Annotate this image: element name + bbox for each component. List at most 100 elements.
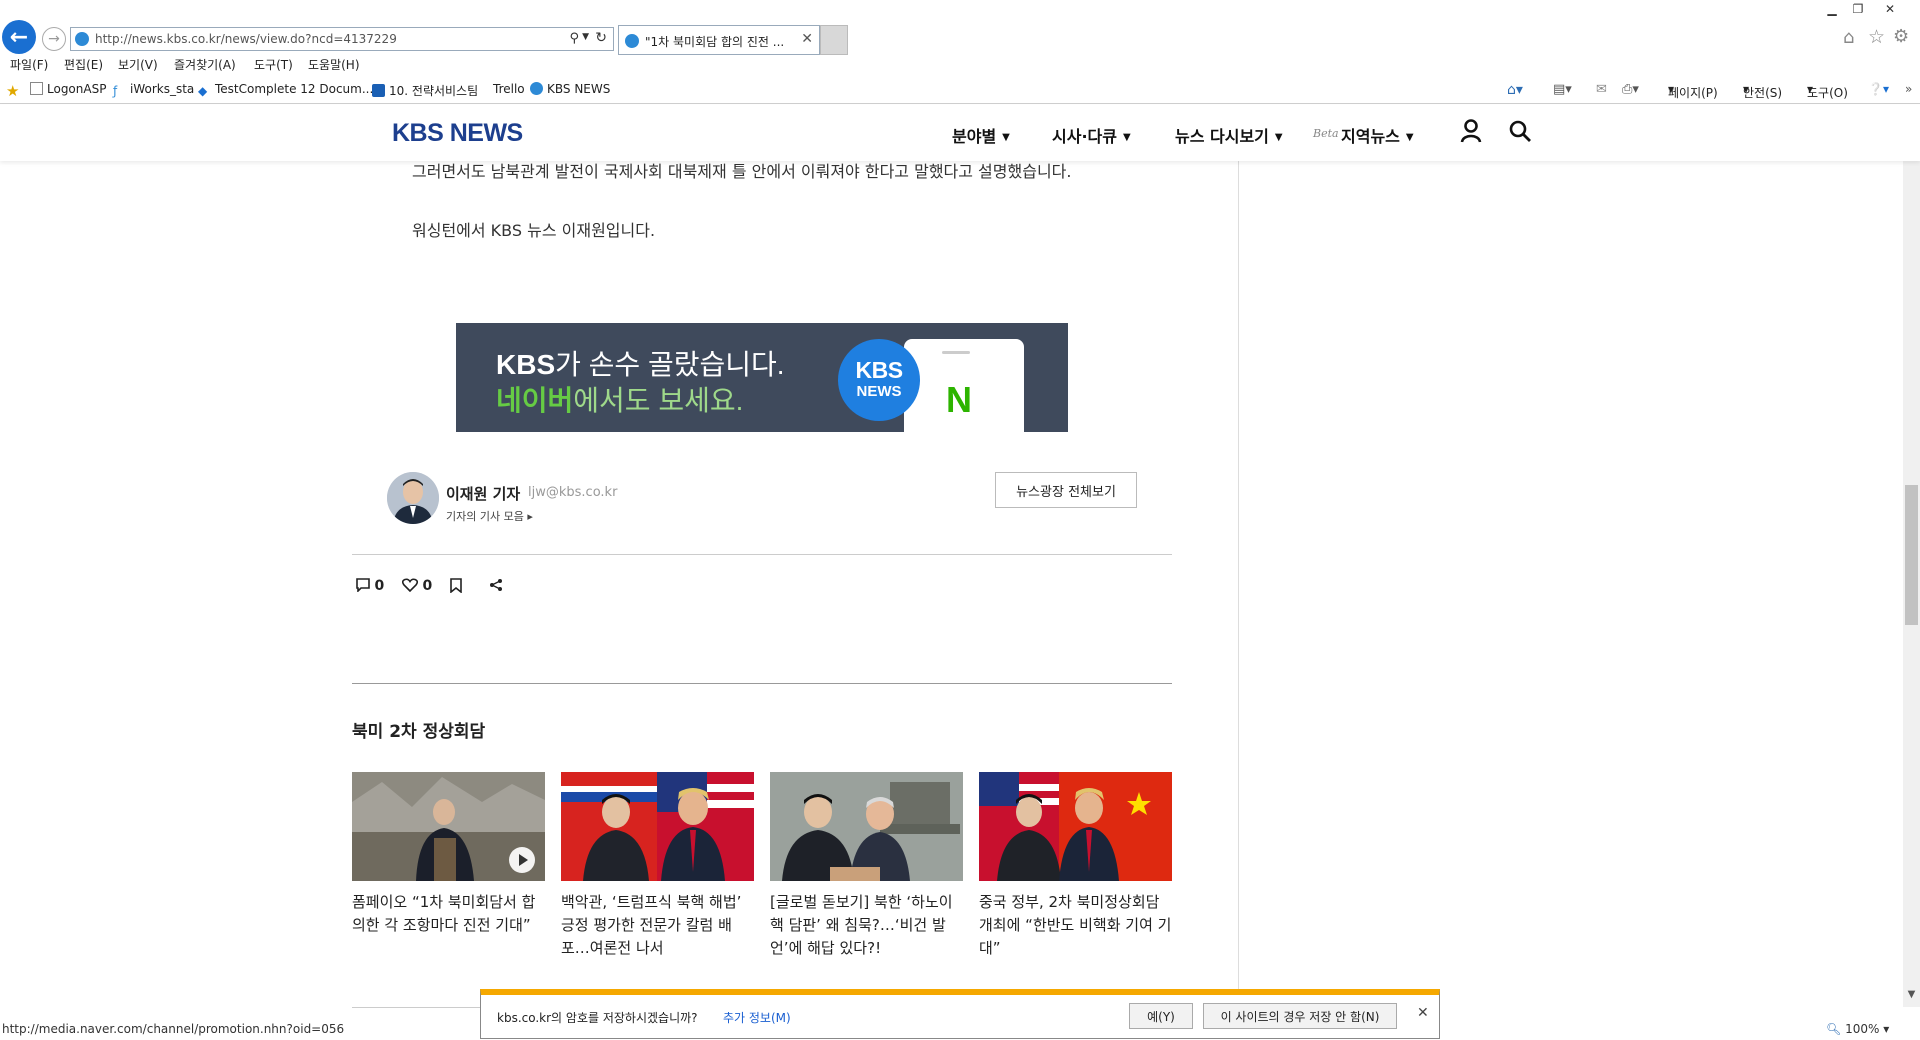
fav-item-strategy-team[interactable]: 10. 전략서비스팀 [372,82,478,99]
address-bar[interactable]: http://news.kbs.co.kr/news/view.do?ncd=4… [70,27,614,51]
back-button[interactable]: ← [2,20,36,54]
caret-down-icon: ▼ [1405,132,1414,143]
zoom-control[interactable]: 🔍︎ 100% ▾ [1826,1022,1889,1036]
related-article-card[interactable]: 중국 정부, 2차 북미정상회담 개최에 “한반도 비핵화 기여 기대” [979,772,1172,960]
article-thumbnail[interactable] [979,772,1172,881]
tab-active[interactable]: "1차 북미회담 합의 진전 ... ✕ [618,25,820,55]
ie-page-icon [530,82,543,95]
reporter-name[interactable]: 이재원 기자 [446,483,520,504]
page-scrollbar[interactable]: ▲ ▼ [1903,105,1920,1007]
gear-icon[interactable]: ⚙ [1893,26,1909,47]
nav-regional[interactable]: 지역뉴스 ▼ [1341,123,1414,147]
minimize-button[interactable]: ▁ [1820,2,1844,16]
nav-current-affairs[interactable]: 시사·다큐 ▼ [1052,123,1131,147]
bookmark-icon [450,578,462,594]
refresh-icon[interactable]: ↻ [595,30,607,46]
search-icon[interactable] [1508,119,1532,147]
chevron-down-icon[interactable]: ▼ [582,32,589,42]
menu-tools-cmd[interactable]: 도구(O) ▾ [1807,82,1848,100]
like-button[interactable]: 0 [401,578,433,594]
share-button[interactable] [489,578,503,596]
reporter-articles-link[interactable]: 기자의 기사 모음 ▸ [446,508,533,524]
user-icon[interactable] [1460,119,1482,147]
new-tab-button[interactable] [820,25,848,55]
news-all-button[interactable]: 뉴스광장 전체보기 [995,472,1137,508]
scrollbar-thumb[interactable] [1905,485,1918,625]
status-url: http://media.naver.com/channel/promotion… [2,1022,345,1036]
nav-category[interactable]: 분야별 ▼ [952,123,1010,147]
close-icon[interactable]: ✕ [1417,1005,1429,1021]
banner-subline: 네이버에서도 보세요. [496,379,743,419]
forward-button[interactable]: → [42,27,66,51]
fav-item-kbs-news[interactable]: KBS NEWS [530,82,610,96]
article-title[interactable]: 중국 정부, 2차 북미정상회담 개최에 “한반도 비핵화 기여 기대” [979,891,1172,960]
mail-icon[interactable]: ✉ [1596,82,1607,97]
related-article-card[interactable]: [글로벌 돋보기] 북한 ‘하노이 핵 담판’ 왜 침묵?…‘비건 발언’에 해… [770,772,963,960]
never-save-button[interactable]: 이 사이트의 경우 저장 안 함(N) [1203,1003,1397,1029]
fav-item-testcomplete[interactable]: ◆ TestComplete 12 Docum... [198,82,373,98]
nav-replay[interactable]: 뉴스 다시보기 ▼ [1175,123,1283,147]
favorites-star-icon[interactable]: ★ [6,82,19,100]
menu-bar: 파일(F) 편집(E) 보기(V) 즐겨찾기(A) 도구(T) 도움말(H) [0,56,1920,76]
beta-label: Beta [1313,127,1339,140]
favorites-star-icon[interactable]: ☆ [1868,26,1885,48]
fav-label: Trello [493,82,525,96]
zoom-level: 100% [1845,1022,1880,1036]
related-article-card[interactable]: 폼페이오 “1차 북미회담서 합의한 각 조항마다 진전 기대” [352,772,545,937]
site-logo[interactable]: KBS NEWS [392,119,523,148]
restore-button[interactable]: ❐ [1846,2,1870,16]
arrow-right-icon: → [48,31,60,47]
like-count: 0 [422,578,433,594]
fav-item-iworks[interactable]: ƒ iWorks_sta [113,82,194,98]
kbs-news-badge: KBS NEWS [838,339,920,421]
home-icon[interactable]: ⌂ [1843,27,1854,48]
bookmark-button[interactable] [450,578,462,597]
divider [352,1007,480,1008]
play-icon[interactable] [509,847,535,873]
more-info-link[interactable]: 추가 정보(M) [723,1009,791,1026]
article-title[interactable]: 폼페이오 “1차 북미회담서 합의한 각 조항마다 진전 기대” [352,891,545,937]
article-thumbnail[interactable] [561,772,754,881]
nav-label: 분야별 [952,127,997,146]
fav-item-trello[interactable]: Trello [493,82,525,96]
search-icon[interactable]: ⚲ [569,31,579,46]
menu-page[interactable]: 페이지(P) ▾ [1668,82,1718,100]
menu-favorites[interactable]: 즐겨찾기(A) [174,56,236,73]
menu-view[interactable]: 보기(V) [118,56,158,73]
diamond-icon: ◆ [198,84,208,98]
page-icon [30,82,43,95]
help-icon[interactable]: ❔▾ [1868,82,1889,96]
comment-button[interactable]: 0 [356,578,384,594]
fav-item-logonasp[interactable]: LogonASP [30,82,106,96]
badge-news: NEWS [856,383,902,400]
menu-tools[interactable]: 도구(T) [254,56,293,73]
banner-text: 가 손수 골랐습니다. [555,349,785,380]
related-article-card[interactable]: 백악관, ‘트럼프식 북핵 해법’ 긍정 평가한 전문가 칼럼 배포…여론전 나… [561,772,754,960]
menu-help[interactable]: 도움말(H) [308,56,360,73]
article-title[interactable]: [글로벌 돋보기] 북한 ‘하노이 핵 담판’ 왜 침묵?…‘비건 발언’에 해… [770,891,963,960]
notification-text: kbs.co.kr의 암호를 저장하시겠습니까? [497,1011,698,1025]
yes-button[interactable]: 예(Y) [1129,1003,1193,1029]
article-thumbnail[interactable] [770,772,963,881]
menu-file[interactable]: 파일(F) [10,56,48,73]
command-bar: ⌂▾ ▤▾ ✉ ⎙▾ 페이지(P) ▾ 안전(S) ▾ 도구(O) ▾ ❔▾ » [1500,80,1920,100]
home-icon[interactable]: ⌂▾ [1507,82,1523,98]
chevron-down-icon[interactable]: ▼ [1903,989,1920,1007]
article-thumbnail[interactable] [352,772,545,881]
menu-page-label: 페이지(P) [1668,86,1718,100]
naver-promo-banner[interactable]: KBS가 손수 골랐습니다. 네이버에서도 보세요. N KBS NEWS [456,323,1068,432]
print-icon[interactable]: ⎙▾ [1622,82,1639,97]
naver-logo-icon: N [946,379,972,420]
reporter-avatar[interactable] [387,472,439,524]
rss-icon[interactable]: ▤▾ [1553,82,1572,97]
article-title[interactable]: 백악관, ‘트럼프식 북핵 해법’ 긍정 평가한 전문가 칼럼 배포…여론전 나… [561,891,754,960]
chevron-right-icon[interactable]: » [1905,82,1912,96]
reporter-email[interactable]: ljw@kbs.co.kr [528,485,617,500]
address-text[interactable]: http://news.kbs.co.kr/news/view.do?ncd=4… [95,32,397,46]
fav-label: LogonASP [47,82,107,96]
menu-safety[interactable]: 안전(S) ▾ [1743,82,1782,100]
close-window-button[interactable]: ✕ [1878,2,1902,16]
close-icon[interactable]: ✕ [801,31,813,47]
menu-edit[interactable]: 편집(E) [64,56,103,73]
divider [352,683,1172,684]
